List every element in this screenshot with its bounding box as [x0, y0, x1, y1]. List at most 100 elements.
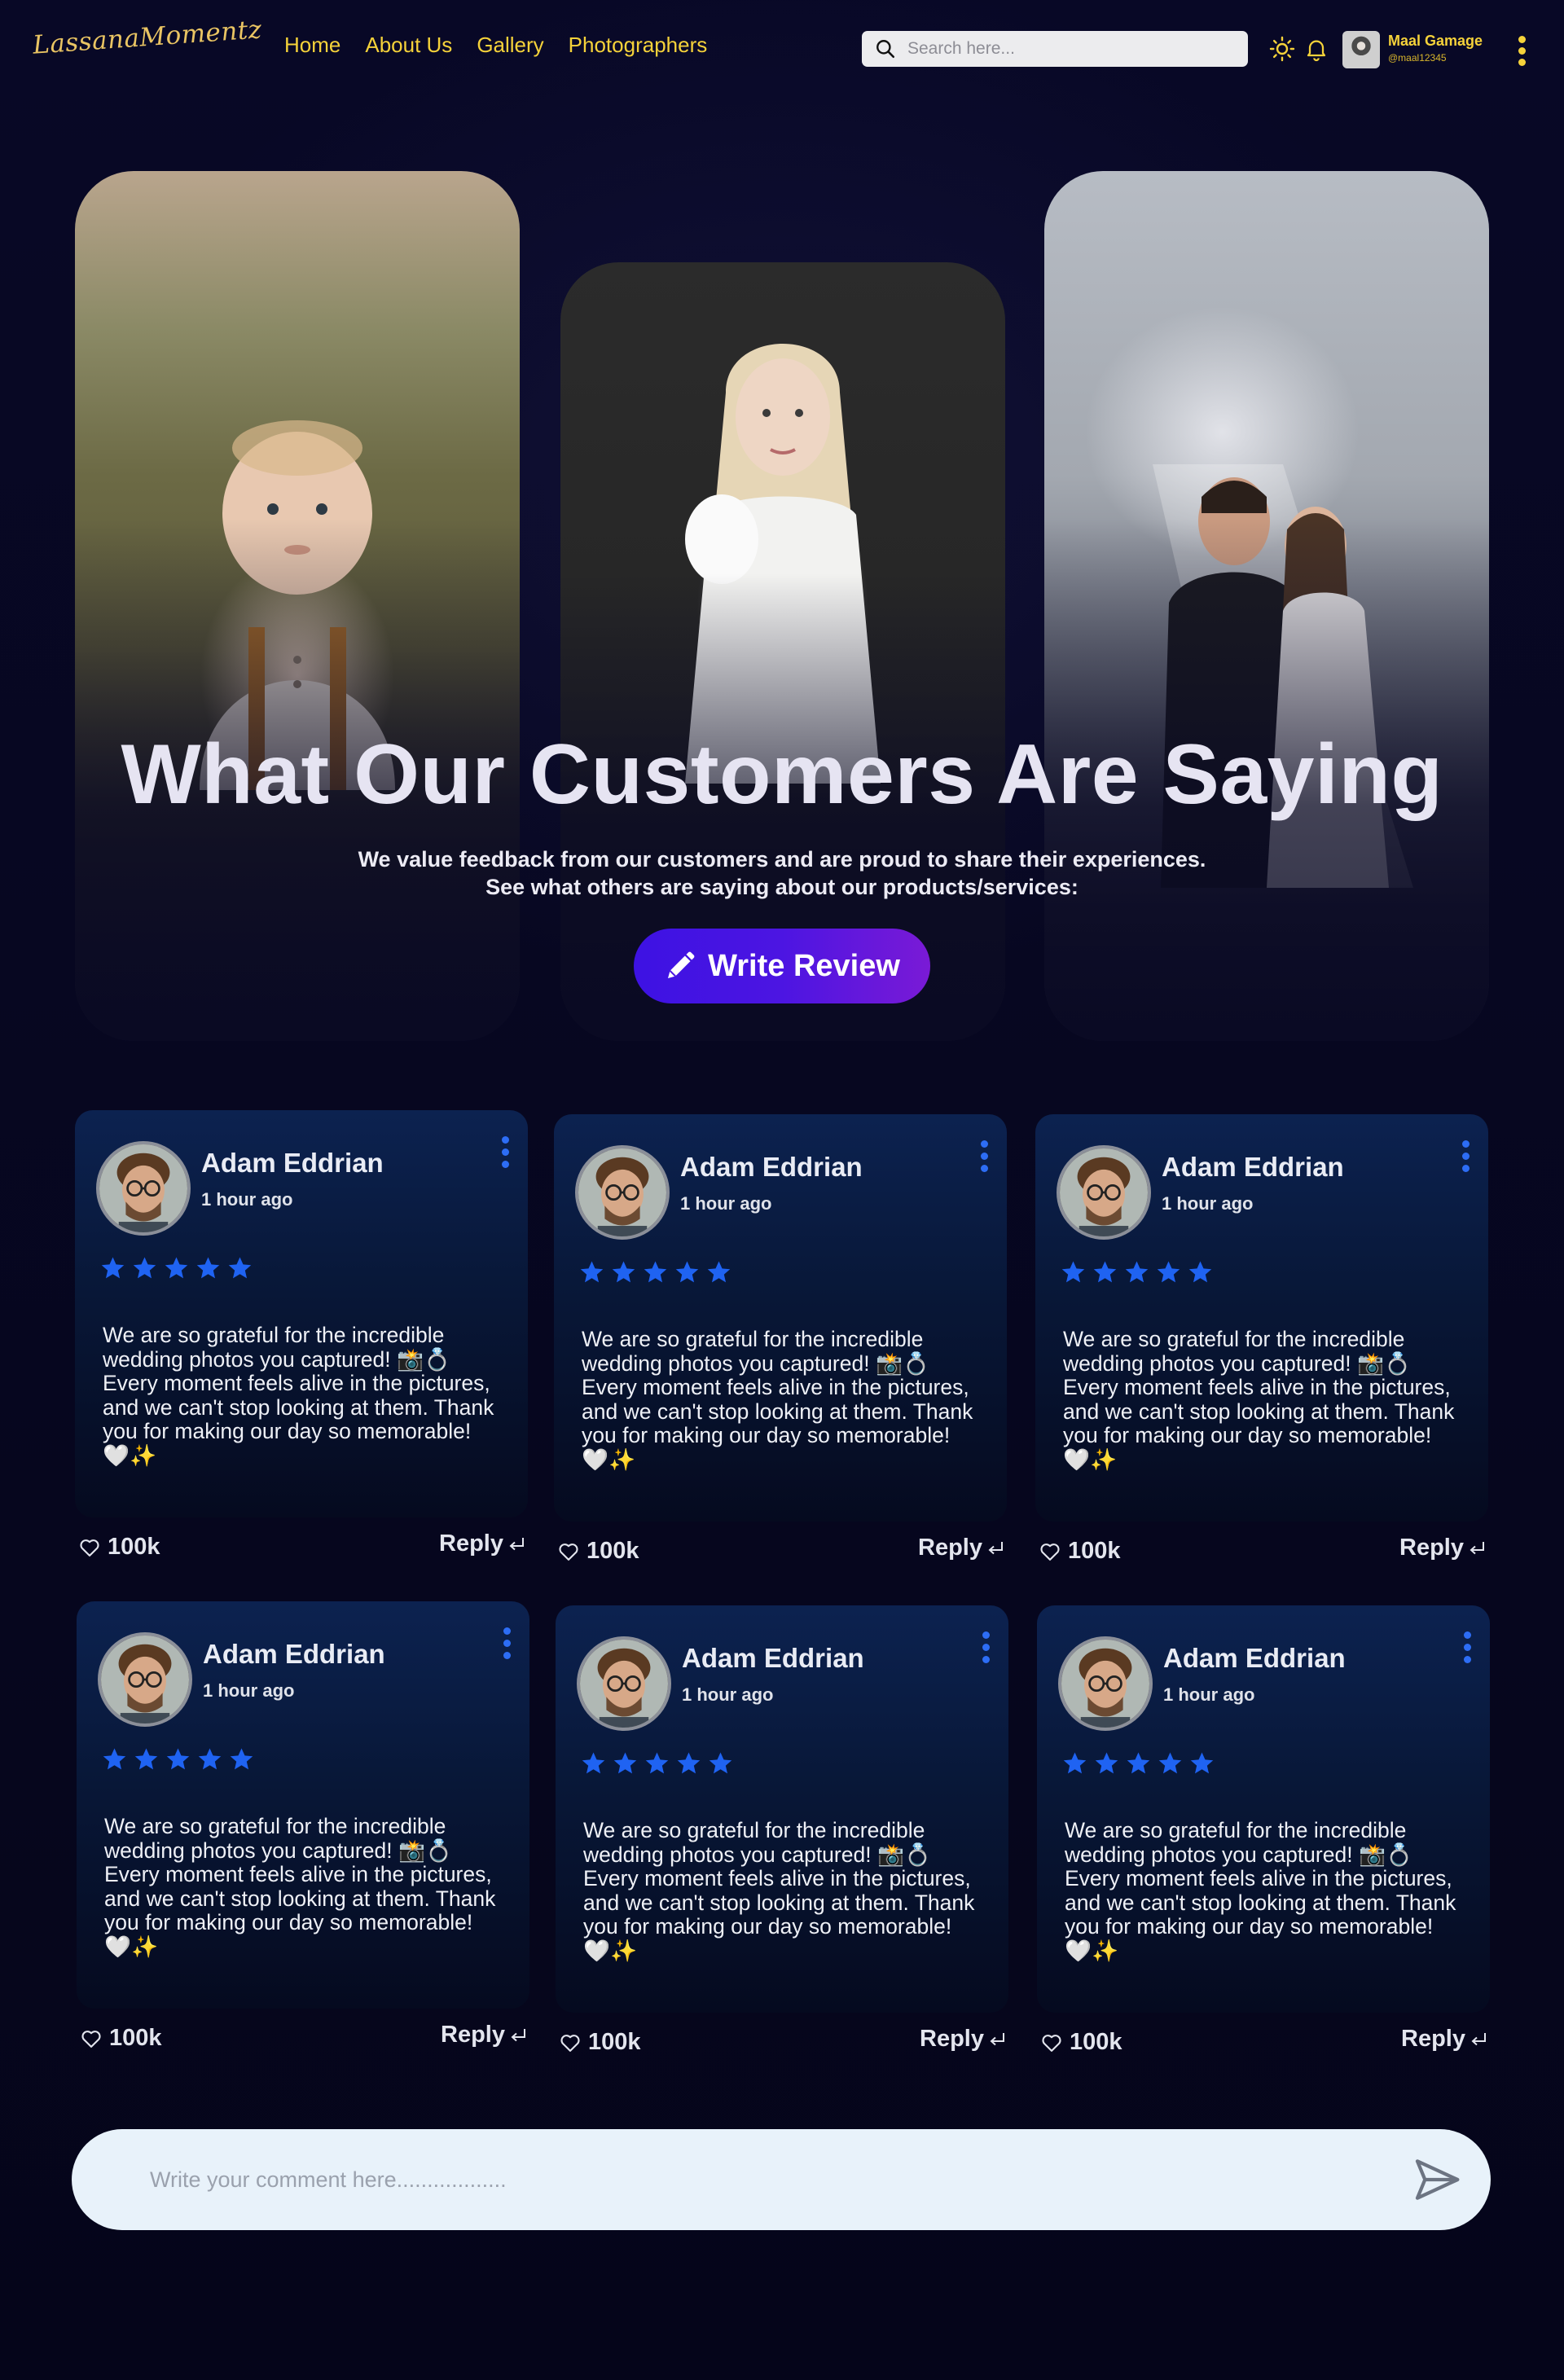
reply-label: Reply	[441, 2022, 505, 2048]
sun-icon[interactable]	[1269, 36, 1295, 62]
review-card: Adam Eddrian 1 hour ago We are so gratef…	[556, 1605, 1008, 2062]
star-rating	[580, 1750, 734, 1777]
star-icon	[228, 1257, 252, 1279]
star-icon	[677, 1752, 701, 1774]
reply-button[interactable]: Reply	[1401, 2026, 1488, 2053]
like-button[interactable]: 100k	[1039, 1538, 1121, 1565]
star-icon	[675, 1261, 699, 1283]
heart-icon	[81, 2030, 101, 2048]
review-text: We are so grateful for the incredible we…	[1065, 1818, 1456, 1963]
star-rating	[99, 1255, 253, 1282]
like-count: 100k	[1068, 1538, 1121, 1564]
review-kebab-menu-icon[interactable]	[502, 1627, 512, 1666]
star-icon	[1095, 1752, 1118, 1774]
heart-icon	[559, 1543, 578, 1561]
comment-bar	[72, 2129, 1491, 2230]
heart-icon	[560, 2034, 580, 2052]
brand-logo[interactable]: LassanaMomentz	[32, 15, 263, 85]
review-kebab-menu-icon[interactable]	[981, 1631, 991, 1671]
review-card-body: Adam Eddrian 1 hour ago We are so gratef…	[1037, 1605, 1490, 2013]
send-icon[interactable]	[1411, 2154, 1463, 2206]
write-review-button[interactable]: Write Review	[634, 929, 930, 1003]
star-icon	[1190, 1752, 1214, 1774]
reviewer-avatar[interactable]	[575, 1145, 670, 1240]
star-icon	[644, 1261, 667, 1283]
like-button[interactable]: 100k	[1040, 2029, 1122, 2056]
star-icon	[613, 1752, 637, 1774]
star-icon	[1125, 1261, 1149, 1283]
reviewer-name: Adam Eddrian	[1163, 1643, 1346, 1673]
review-timestamp: 1 hour ago	[203, 1680, 295, 1701]
star-icon	[1188, 1261, 1212, 1283]
reviewer-name: Adam Eddrian	[1162, 1152, 1344, 1182]
review-kebab-menu-icon[interactable]	[1461, 1140, 1470, 1179]
review-text: We are so grateful for the incredible we…	[104, 1814, 496, 1959]
reply-arrow-icon	[1471, 2032, 1486, 2045]
kebab-menu-icon[interactable]	[1516, 36, 1527, 68]
like-button[interactable]: 100k	[559, 2029, 641, 2056]
reply-button[interactable]: Reply	[439, 1530, 526, 1557]
reply-button[interactable]: Reply	[1399, 1535, 1487, 1561]
reply-button[interactable]: Reply	[441, 2022, 528, 2048]
reply-label: Reply	[439, 1530, 503, 1557]
nav-link-home[interactable]: Home	[284, 33, 340, 58]
main-nav: Home About Us Gallery Photographers	[284, 33, 707, 58]
heart-icon	[80, 1539, 99, 1557]
star-icon	[133, 1257, 156, 1279]
nav-link-about-us[interactable]: About Us	[365, 33, 452, 58]
write-review-label: Write Review	[708, 948, 900, 983]
brand-logo-text: LassanaMomentz	[32, 15, 263, 60]
like-button[interactable]: 100k	[80, 2025, 162, 2052]
like-count: 100k	[108, 1534, 160, 1560]
top-navbar: LassanaMomentz Home About Us Gallery Pho…	[0, 0, 1564, 98]
review-actions: 100k Reply	[1035, 1535, 1488, 1570]
reviewer-avatar[interactable]	[96, 1141, 191, 1236]
hero-photo-baby	[75, 171, 520, 1041]
reviewer-avatar[interactable]	[1058, 1636, 1153, 1731]
reply-arrow-icon	[990, 2032, 1004, 2045]
review-kebab-menu-icon[interactable]	[500, 1136, 510, 1175]
reviewer-name: Adam Eddrian	[201, 1148, 384, 1178]
star-icon	[196, 1257, 220, 1279]
review-actions: 100k Reply	[554, 1535, 1007, 1570]
user-name: Maal Gamage	[1388, 33, 1483, 49]
review-timestamp: 1 hour ago	[201, 1189, 293, 1210]
star-icon	[612, 1261, 635, 1283]
star-icon	[230, 1748, 253, 1770]
reply-button[interactable]: Reply	[918, 1535, 1005, 1561]
reviewer-name: Adam Eddrian	[680, 1152, 863, 1182]
like-count: 100k	[588, 2029, 641, 2055]
review-timestamp: 1 hour ago	[680, 1193, 772, 1214]
nav-link-photographers[interactable]: Photographers	[569, 33, 708, 58]
reply-arrow-icon	[988, 1541, 1003, 1554]
review-card-body: Adam Eddrian 1 hour ago We are so gratef…	[556, 1605, 1008, 2013]
nav-link-gallery[interactable]: Gallery	[477, 33, 543, 58]
reviewer-avatar[interactable]	[577, 1636, 671, 1731]
like-count: 100k	[586, 1538, 639, 1564]
user-avatar[interactable]	[1342, 31, 1380, 68]
like-button[interactable]: 100k	[78, 1534, 160, 1561]
bell-icon[interactable]	[1303, 36, 1329, 62]
search-box[interactable]	[862, 31, 1248, 67]
reviewer-avatar[interactable]	[98, 1632, 192, 1727]
reply-arrow-icon	[511, 2028, 525, 2041]
star-icon	[709, 1752, 732, 1774]
review-kebab-menu-icon[interactable]	[1462, 1631, 1472, 1671]
review-kebab-menu-icon[interactable]	[979, 1140, 989, 1179]
review-actions: 100k Reply	[556, 2026, 1008, 2062]
review-card: Adam Eddrian 1 hour ago We are so gratef…	[554, 1114, 1007, 1570]
user-handle: @maal12345	[1388, 52, 1447, 64]
reply-label: Reply	[920, 2026, 984, 2052]
star-rating	[101, 1746, 255, 1773]
reply-label: Reply	[918, 1535, 982, 1561]
star-icon	[165, 1257, 188, 1279]
search-icon	[876, 40, 895, 59]
reviewer-avatar[interactable]	[1057, 1145, 1151, 1240]
search-input[interactable]	[907, 39, 1233, 59]
reply-button[interactable]: Reply	[920, 2026, 1007, 2053]
reply-arrow-icon	[509, 1537, 524, 1550]
review-timestamp: 1 hour ago	[1162, 1193, 1254, 1214]
comment-input[interactable]	[150, 2160, 1372, 2199]
reviewer-name: Adam Eddrian	[682, 1643, 864, 1673]
like-button[interactable]: 100k	[557, 1538, 639, 1565]
